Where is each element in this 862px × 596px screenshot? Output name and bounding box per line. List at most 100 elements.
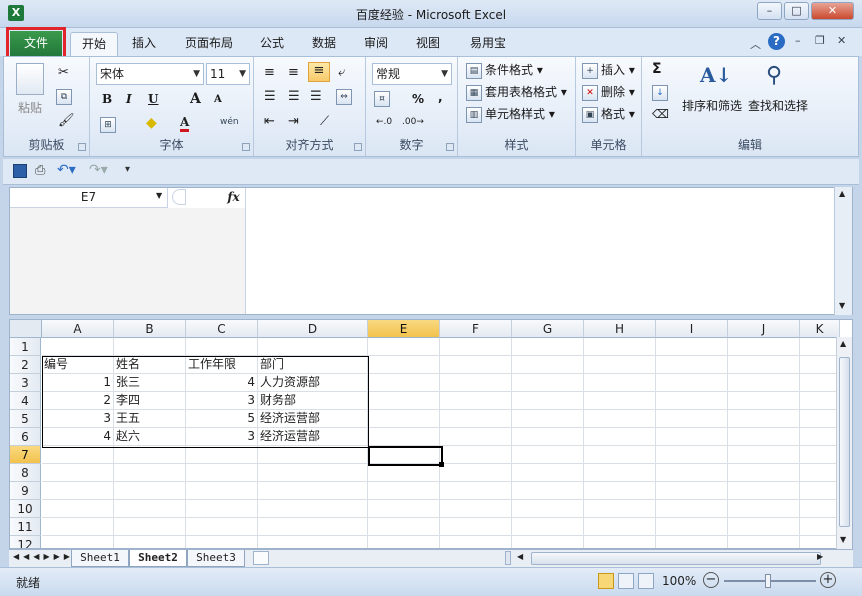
cell-K8[interactable] — [800, 464, 840, 482]
currency-icon[interactable]: ¤ — [374, 91, 393, 107]
conditional-formatting-button[interactable]: ▤ 条件格式 ▾ — [466, 61, 543, 79]
cell-J11[interactable] — [728, 518, 800, 536]
insert-cells-button[interactable]: + 插入 ▾ — [582, 61, 635, 79]
cell-E5[interactable] — [368, 410, 440, 428]
paste-icon[interactable] — [16, 63, 44, 95]
cell-B9[interactable] — [114, 482, 186, 500]
cell-I1[interactable] — [656, 338, 728, 356]
cell-G10[interactable] — [512, 500, 584, 518]
cell-B1[interactable] — [114, 338, 186, 356]
cell-A10[interactable] — [42, 500, 114, 518]
cell-F4[interactable] — [440, 392, 512, 410]
fill-handle[interactable] — [439, 462, 444, 467]
cell-I8[interactable] — [656, 464, 728, 482]
cell-I12[interactable] — [656, 536, 728, 548]
tab-home[interactable]: 开始 — [70, 32, 118, 56]
name-box-dropdown-icon[interactable]: ▼ — [156, 191, 162, 200]
workbook-restore-icon[interactable]: ❐ — [815, 34, 825, 47]
format-cells-button[interactable]: ▣ 格式 ▾ — [582, 105, 635, 123]
scroll-right-icon[interactable]: ▶ — [817, 552, 823, 561]
horizontal-scroll-thumb[interactable] — [531, 552, 821, 565]
cell-E11[interactable] — [368, 518, 440, 536]
maximize-icon[interactable]: □ — [784, 2, 809, 20]
cell-G6[interactable] — [512, 428, 584, 446]
align-right-icon[interactable]: ☰ — [310, 89, 322, 104]
autosum-button[interactable]: Σ — [652, 61, 662, 77]
tab-file[interactable]: 文件 — [6, 27, 66, 61]
cell-B11[interactable] — [114, 518, 186, 536]
row-header-1[interactable]: 1 — [10, 338, 41, 356]
active-cell-E7[interactable] — [368, 446, 443, 466]
row-header-10[interactable]: 10 — [10, 500, 41, 518]
tab-view[interactable]: 视图 — [408, 32, 448, 56]
column-header-B[interactable]: B — [114, 320, 186, 338]
cell-H1[interactable] — [584, 338, 656, 356]
find-select-icon[interactable]: ⚲ — [766, 63, 782, 88]
align-left-icon[interactable]: ☰ — [264, 89, 276, 104]
sheet-nav-icon[interactable]: ◀◀◀▶▶▶ — [13, 552, 74, 561]
save-icon[interactable] — [13, 164, 27, 178]
cell-J1[interactable] — [728, 338, 800, 356]
cell-D9[interactable] — [258, 482, 368, 500]
cell-D1[interactable] — [258, 338, 368, 356]
cell-H8[interactable] — [584, 464, 656, 482]
cell-J9[interactable] — [728, 482, 800, 500]
alignment-launcher-icon[interactable] — [354, 143, 362, 151]
number-format-select[interactable]: 常规 ▼ — [372, 63, 452, 85]
font-color-button[interactable]: A — [180, 115, 190, 132]
row-header-5[interactable]: 5 — [10, 410, 41, 428]
align-top-icon[interactable]: ≡ — [264, 65, 275, 80]
page-layout-view-icon[interactable] — [618, 573, 634, 589]
cell-C11[interactable] — [186, 518, 258, 536]
close-icon[interactable]: ✕ — [811, 2, 854, 20]
cell-F7[interactable] — [440, 446, 512, 464]
column-header-J[interactable]: J — [728, 320, 800, 338]
cell-C8[interactable] — [186, 464, 258, 482]
format-as-table-button[interactable]: ▦ 套用表格格式 ▾ — [466, 83, 567, 101]
scroll-down-icon[interactable]: ▼ — [839, 301, 845, 310]
cell-E1[interactable] — [368, 338, 440, 356]
cell-G5[interactable] — [512, 410, 584, 428]
row-header-9[interactable]: 9 — [10, 482, 41, 500]
cell-K3[interactable] — [800, 374, 840, 392]
cell-B12[interactable] — [114, 536, 186, 548]
shrink-font-button[interactable]: A — [214, 94, 222, 105]
name-box[interactable]: E7 — [10, 188, 168, 208]
align-bottom-icon[interactable]: ≡ — [308, 62, 330, 82]
column-header-K[interactable]: K — [800, 320, 840, 338]
cell-K6[interactable] — [800, 428, 840, 446]
cell-F8[interactable] — [440, 464, 512, 482]
cell-J5[interactable] — [728, 410, 800, 428]
cell-K7[interactable] — [800, 446, 840, 464]
sheet-tab-sheet2[interactable]: Sheet2 — [129, 550, 187, 567]
cell-I9[interactable] — [656, 482, 728, 500]
cell-H3[interactable] — [584, 374, 656, 392]
cell-G12[interactable] — [512, 536, 584, 548]
column-header-D[interactable]: D — [258, 320, 368, 338]
cell-B7[interactable] — [114, 446, 186, 464]
cell-H10[interactable] — [584, 500, 656, 518]
cell-C9[interactable] — [186, 482, 258, 500]
cell-A9[interactable] — [42, 482, 114, 500]
cell-I4[interactable] — [656, 392, 728, 410]
cell-E10[interactable] — [368, 500, 440, 518]
clear-icon[interactable]: ⌫ — [652, 107, 669, 121]
cell-H2[interactable] — [584, 356, 656, 374]
cell-G11[interactable] — [512, 518, 584, 536]
cell-J8[interactable] — [728, 464, 800, 482]
cell-K2[interactable] — [800, 356, 840, 374]
clipboard-launcher-icon[interactable] — [78, 143, 86, 151]
cell-A8[interactable] — [42, 464, 114, 482]
select-all-button[interactable] — [10, 320, 42, 338]
row-header-3[interactable]: 3 — [10, 374, 41, 392]
italic-button[interactable]: I — [126, 92, 132, 106]
column-header-F[interactable]: F — [440, 320, 512, 338]
cell-D8[interactable] — [258, 464, 368, 482]
column-header-I[interactable]: I — [656, 320, 728, 338]
cell-C10[interactable] — [186, 500, 258, 518]
align-center-icon[interactable]: ☰ — [288, 89, 300, 104]
scroll-up-icon[interactable]: ▲ — [840, 339, 846, 348]
minimize-ribbon-icon[interactable]: ︿ — [750, 36, 761, 52]
cell-K4[interactable] — [800, 392, 840, 410]
cell-J4[interactable] — [728, 392, 800, 410]
